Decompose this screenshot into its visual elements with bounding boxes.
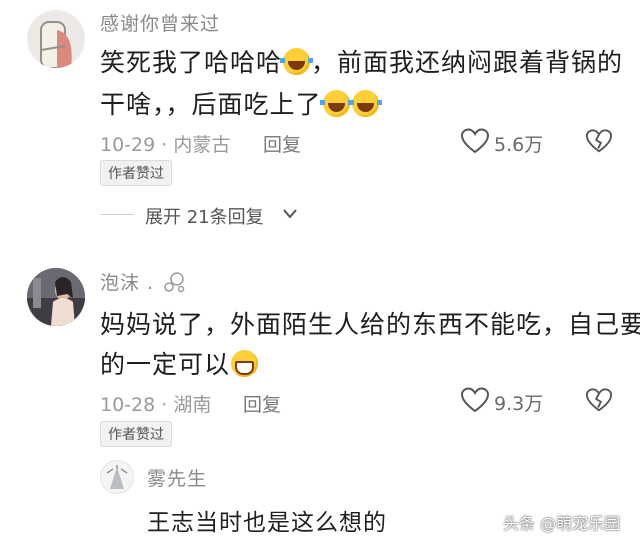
laugh-cry-emoji (348, 90, 382, 117)
grin-emoji (231, 350, 259, 377)
avatar[interactable] (27, 268, 85, 326)
divider-line (100, 214, 134, 215)
comment-username[interactable]: 泡沫 . (100, 268, 187, 295)
dislike-broken-heart-icon[interactable] (585, 386, 613, 414)
reply-text: 王志当时也是这么想的 (147, 510, 387, 536)
heart-icon (460, 387, 490, 413)
comment-date: 10-28 (100, 394, 156, 416)
avatar[interactable] (100, 460, 134, 494)
chevron-down-icon (283, 209, 297, 219)
comment-text: 干啥，，后面吃上了 (100, 85, 382, 121)
meta-separator: · (161, 134, 168, 156)
like-button[interactable]: 9.3万 (460, 386, 550, 416)
laugh-cry-emoji (319, 90, 353, 117)
laugh-cry-emoji (280, 48, 314, 75)
heart-icon (460, 128, 490, 154)
dislike-broken-heart-icon[interactable] (585, 127, 613, 155)
comment-text-part: 干啥，，后面吃上了 (100, 90, 322, 119)
comment-location: 湖南 (173, 394, 212, 416)
watermark: 头条 @萌宠乐园 (503, 514, 621, 533)
reply-username[interactable]: 雾先生 (147, 464, 207, 491)
avatar[interactable] (27, 10, 85, 68)
comment-text-part: ，前面我还纳闷跟着背锅的 (311, 48, 624, 77)
comment-text: 的一定可以 (100, 345, 259, 381)
comment-location: 内蒙古 (173, 134, 231, 156)
comment-date: 10-29 (100, 134, 156, 156)
comment-meta: 10-29 · 内蒙古 (100, 130, 230, 157)
expand-replies[interactable]: 展开 21条回复 (100, 203, 320, 228)
comment-text: 妈妈说了，外面陌生人给的东西不能吃，自己要 (100, 310, 640, 339)
comment-text-part: 的一定可以 (100, 350, 231, 379)
comment-text: 笑死我了哈哈哈 ，前面我还纳闷跟着背锅的 (100, 43, 623, 79)
author-liked-badge: 作者赞过 (100, 160, 172, 186)
comment-meta: 10-28 · 湖南 (100, 390, 211, 417)
author-liked-badge: 作者赞过 (100, 421, 172, 447)
reply-button[interactable]: 回复 (263, 130, 301, 157)
meta-separator: · (161, 394, 168, 416)
like-count: 9.3万 (494, 393, 544, 415)
comment-text-part: 笑死我了哈哈哈 (100, 48, 283, 77)
like-button[interactable]: 5.6万 (460, 127, 550, 157)
reply-button[interactable]: 回复 (243, 390, 281, 417)
bubbles-icon (164, 272, 185, 293)
like-count: 5.6万 (494, 134, 544, 156)
username-text: 泡沫 . (100, 272, 155, 294)
comment-username[interactable]: 感谢你曾来过 (100, 9, 220, 36)
expand-replies-label: 展开 21条回复 (145, 207, 264, 228)
